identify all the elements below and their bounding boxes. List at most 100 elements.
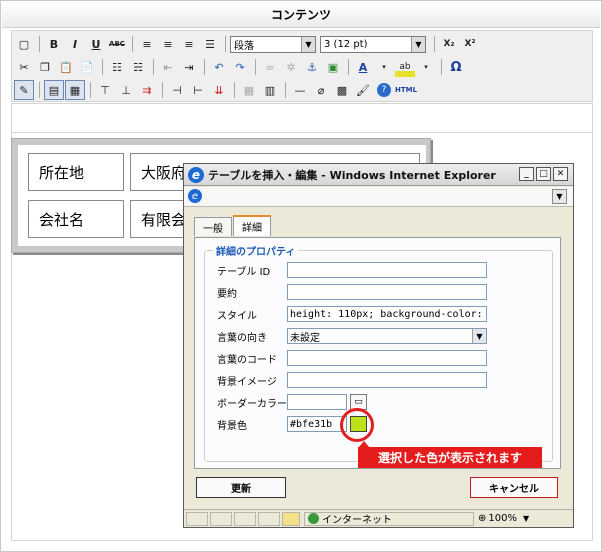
delete-row-icon[interactable]: ⇉: [137, 80, 157, 100]
format-select-value: 段落: [234, 40, 254, 52]
redo-icon[interactable]: ↷: [230, 57, 250, 77]
separator: [225, 36, 226, 52]
style-input[interactable]: height: 110px; background-color: #: [287, 306, 487, 322]
font-color-icon[interactable]: A: [353, 57, 373, 77]
insert-table-icon[interactable]: ▤: [44, 80, 64, 100]
separator: [285, 82, 286, 98]
zone-label: インターネット: [322, 515, 392, 526]
ie-status-bar: インターネット ⊕ 100% ▼: [184, 509, 573, 527]
ie-page-icon: e: [188, 189, 202, 203]
new-document-icon[interactable]: ▢: [14, 34, 34, 54]
address-bar[interactable]: e ▼: [184, 187, 573, 207]
status-cell: [186, 511, 208, 526]
lang-code-input[interactable]: [287, 350, 487, 366]
edit-style-icon[interactable]: ✎: [14, 80, 34, 100]
image-icon[interactable]: ▣: [323, 57, 343, 77]
direction-label: 言葉の向き: [217, 332, 267, 344]
align-justify-icon[interactable]: ☰: [200, 34, 220, 54]
chevron-down-icon: ▼: [411, 36, 425, 52]
font-size-select-value: 3 (12 pt): [324, 38, 368, 50]
outdent-icon[interactable]: ⇤: [158, 57, 178, 77]
chevron-down-icon[interactable]: ▾: [374, 57, 394, 77]
maximize-button[interactable]: □: [536, 167, 551, 181]
paste-icon[interactable]: 📋: [56, 57, 76, 77]
editor-toolbar: ▢ B I U ABC ≡ ≡ ≡ ☰ 段落 ▼ 3 (12 pt) ▼ X₂ …: [11, 30, 593, 102]
cut-icon[interactable]: ✂: [14, 57, 34, 77]
align-right-icon[interactable]: ≡: [179, 34, 199, 54]
copy-icon[interactable]: ❐: [35, 57, 55, 77]
italic-button[interactable]: I: [65, 34, 85, 54]
horizontal-rule-icon[interactable]: —: [290, 80, 310, 100]
col-after-icon[interactable]: ⊢: [188, 80, 208, 100]
underline-button[interactable]: U: [86, 34, 106, 54]
anchor-icon[interactable]: ⚓: [302, 57, 322, 77]
align-left-icon[interactable]: ≡: [137, 34, 157, 54]
separator: [204, 59, 205, 75]
table-cell[interactable]: 会社名: [28, 200, 124, 238]
bg-color-input[interactable]: #bfe31b: [287, 416, 347, 432]
editor-title: コンテンツ: [2, 2, 600, 28]
field-direction: 言葉の向き 未設定 ▼: [217, 328, 487, 344]
format-select[interactable]: 段落 ▼: [230, 35, 316, 53]
superscript-button[interactable]: X²: [460, 34, 480, 54]
unlink-icon[interactable]: ✲: [281, 57, 301, 77]
chevron-down-icon[interactable]: ▾: [416, 57, 436, 77]
zoom-label: 100%: [488, 513, 517, 524]
separator: [132, 36, 133, 52]
chevron-down-icon: ▼: [301, 36, 315, 52]
tab-general[interactable]: 一般: [194, 217, 232, 236]
merge-cells-icon[interactable]: ▦: [239, 80, 259, 100]
zoom-control[interactable]: ⊕ 100% ▼: [478, 512, 538, 526]
col-before-icon[interactable]: ⊣: [167, 80, 187, 100]
help-icon[interactable]: ?: [377, 83, 391, 97]
separator: [162, 82, 163, 98]
html-source-button[interactable]: HTML: [394, 80, 418, 100]
row-before-icon[interactable]: ⊤: [95, 80, 115, 100]
separator: [39, 82, 40, 98]
separator: [348, 59, 349, 75]
bg-image-label: 背景イメージ: [217, 376, 277, 388]
link-icon[interactable]: ∞: [260, 57, 280, 77]
undo-icon[interactable]: ↶: [209, 57, 229, 77]
visual-aid-icon[interactable]: ▩: [332, 80, 352, 100]
field-summary: 要約: [217, 284, 487, 300]
update-button[interactable]: 更新: [196, 477, 286, 498]
status-cell: [210, 511, 232, 526]
chevron-down-icon[interactable]: ▼: [552, 189, 567, 204]
cancel-button[interactable]: キャンセル: [470, 477, 558, 498]
bg-image-input[interactable]: [287, 372, 487, 388]
bold-button[interactable]: B: [44, 34, 64, 54]
table-id-input[interactable]: [287, 262, 487, 278]
font-size-select[interactable]: 3 (12 pt) ▼: [320, 35, 426, 53]
delete-col-icon[interactable]: ⇊: [209, 80, 229, 100]
highlight-color-icon[interactable]: ab: [395, 57, 415, 77]
table-props-icon[interactable]: ▦: [65, 80, 85, 100]
tab-advanced[interactable]: 詳細: [233, 215, 271, 236]
close-button[interactable]: ✕: [553, 167, 568, 181]
chevron-down-icon: ▼: [472, 329, 486, 343]
split-cells-icon[interactable]: ▥: [260, 80, 280, 100]
toolbar-row-1: ▢ B I U ABC ≡ ≡ ≡ ☰ 段落 ▼ 3 (12 pt) ▼ X₂ …: [14, 33, 481, 55]
summary-label: 要約: [217, 288, 237, 300]
row-after-icon[interactable]: ⊥: [116, 80, 136, 100]
field-lang-code: 言葉のコード: [217, 350, 487, 366]
cleanup-icon[interactable]: 🖌: [353, 80, 373, 100]
field-table-id: テーブル ID: [217, 262, 487, 278]
summary-input[interactable]: [287, 284, 487, 300]
table-cell[interactable]: 所在地: [28, 153, 124, 191]
subscript-button[interactable]: X₂: [439, 34, 459, 54]
remove-format-icon[interactable]: ⌀: [311, 80, 331, 100]
status-cell: [258, 511, 280, 526]
indent-icon[interactable]: ⇥: [179, 57, 199, 77]
bullet-list-icon[interactable]: ☷: [107, 57, 127, 77]
strikethrough-button[interactable]: ABC: [107, 34, 127, 54]
direction-select[interactable]: 未設定 ▼: [287, 328, 487, 344]
special-char-button[interactable]: Ω: [446, 57, 466, 77]
paste-text-icon[interactable]: 📄: [77, 57, 97, 77]
numbered-list-icon[interactable]: ☵: [128, 57, 148, 77]
minimize-button[interactable]: _: [519, 167, 534, 181]
border-color-input[interactable]: [287, 394, 347, 410]
align-center-icon[interactable]: ≡: [158, 34, 178, 54]
separator: [434, 36, 435, 52]
ie-logo-icon: e: [188, 166, 204, 183]
